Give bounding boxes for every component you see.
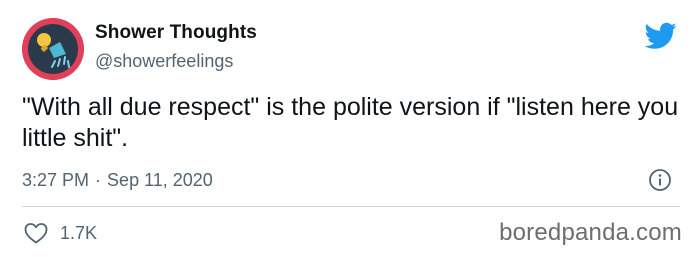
user-handle[interactable]: @showerfeelings — [95, 51, 233, 72]
lightbulb-shower-icon — [22, 18, 84, 80]
tweet-date: Sep 11, 2020 — [107, 170, 213, 190]
timestamp-separator: · — [95, 170, 102, 190]
watermark: boredpanda.com — [499, 219, 682, 246]
display-name[interactable]: Shower Thoughts — [95, 22, 257, 44]
like-count: 1.7K — [60, 222, 98, 243]
like-button[interactable]: 1.7K — [24, 220, 97, 246]
tweet-text: "With all due respect" is the polite ver… — [22, 93, 679, 152]
heart-icon — [24, 222, 48, 244]
avatar[interactable] — [22, 18, 84, 80]
twitter-bird-icon[interactable] — [645, 22, 677, 50]
info-icon[interactable] — [648, 168, 672, 192]
tweet-time: 3:27 PM — [22, 170, 90, 190]
tweet-timestamp[interactable]: 3:27 PM · Sep 11, 2020 — [22, 170, 213, 191]
divider — [22, 206, 680, 207]
